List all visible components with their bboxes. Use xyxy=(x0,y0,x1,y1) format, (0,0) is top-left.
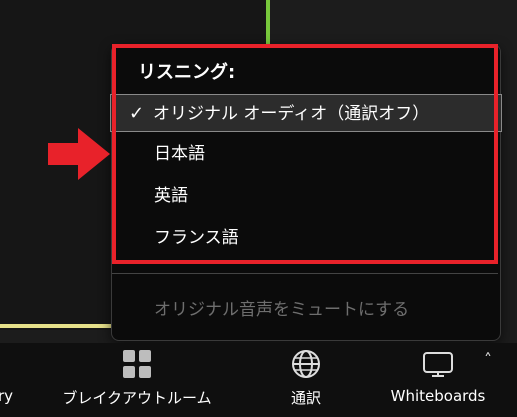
interpretation-button[interactable]: 通訳 xyxy=(276,343,336,417)
menu-item-label: オリジナル音声をミュートにする xyxy=(154,300,410,320)
breakout-rooms-button[interactable]: ブレイクアウトルーム xyxy=(42,343,232,417)
toolbar-label: ry xyxy=(0,387,14,405)
toolbar-item-cut[interactable]: ry xyxy=(0,343,16,417)
menu-title: リスニング: xyxy=(138,62,236,83)
red-arrow-icon xyxy=(48,128,110,180)
checkmark-icon: ✓ xyxy=(129,103,145,124)
menu-item-label: オリジナル オーディオ（通訳オフ） xyxy=(153,104,430,124)
menu-item-french[interactable]: フランス語 xyxy=(112,219,500,257)
whiteboards-button[interactable]: Whiteboards xyxy=(380,343,496,417)
toolbar-label: ブレイクアウトルーム xyxy=(62,389,212,407)
meeting-toolbar: ry ブレイクアウトルーム 通訳 Whiteboards xyxy=(0,343,517,417)
menu-item-label: 日本語 xyxy=(154,144,205,164)
globe-icon xyxy=(292,350,320,378)
menu-divider xyxy=(112,273,498,274)
meeting-window: リスニング: ✓ オリジナル オーディオ（通訳オフ） 日本語 英語 フランス語 … xyxy=(0,0,517,417)
menu-item-label: フランス語 xyxy=(154,228,239,248)
menu-item-original-audio[interactable]: ✓ オリジナル オーディオ（通訳オフ） xyxy=(110,94,502,132)
chevron-up-icon[interactable]: ˄ xyxy=(484,350,492,369)
interpretation-menu: リスニング: ✓ オリジナル オーディオ（通訳オフ） 日本語 英語 フランス語 … xyxy=(110,44,502,341)
tile-highlight-border xyxy=(0,324,112,328)
menu-item-label: 英語 xyxy=(154,186,188,206)
menu-item-japanese[interactable]: 日本語 xyxy=(112,135,500,173)
toolbar-label: 通訳 xyxy=(290,389,321,407)
toolbar-label: Whiteboards xyxy=(390,387,486,405)
menu-item-english[interactable]: 英語 xyxy=(112,177,500,215)
whiteboard-icon xyxy=(423,352,453,377)
mute-original-audio-item[interactable]: オリジナル音声をミュートにする xyxy=(112,291,500,329)
breakout-rooms-icon xyxy=(123,350,151,378)
